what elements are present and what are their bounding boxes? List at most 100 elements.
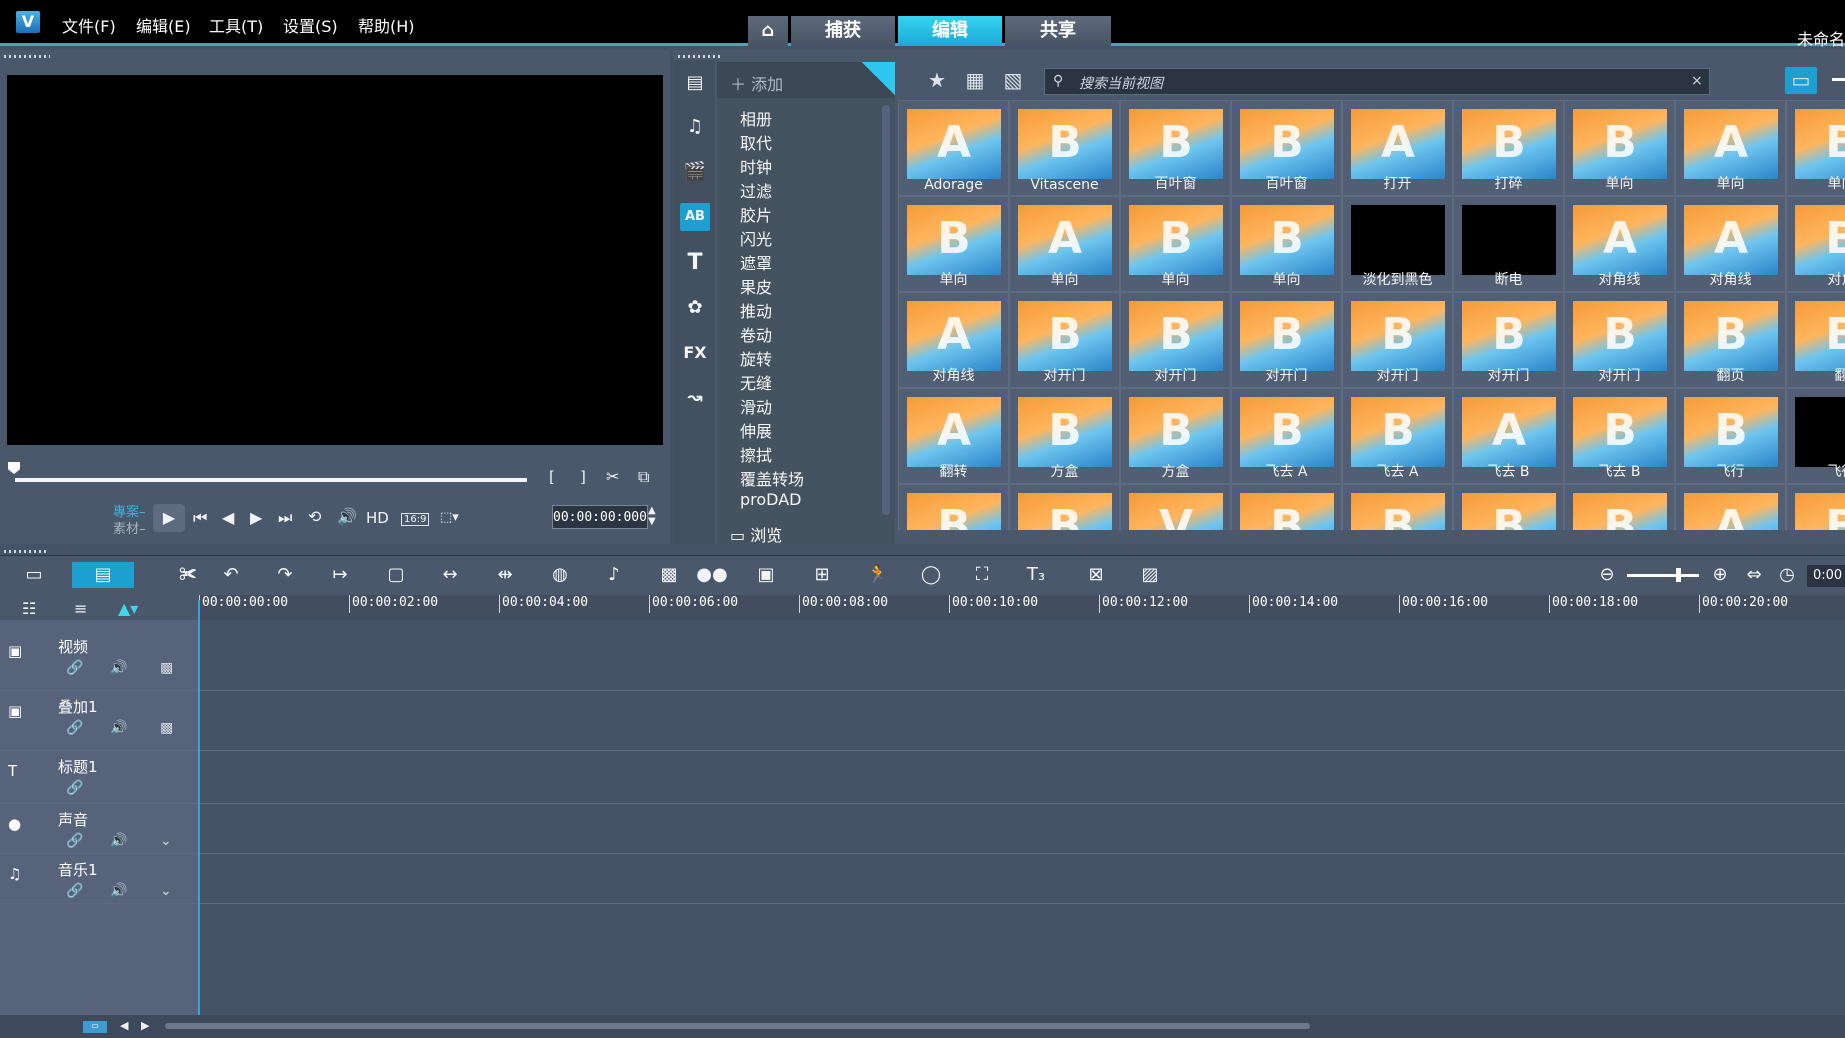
- transition-thumbnail[interactable]: B 飞去 B: [1564, 388, 1675, 484]
- crop-icon[interactable]: ⬚▾: [440, 510, 459, 525]
- transition-thumbnail[interactable]: B 对开门: [1009, 292, 1120, 388]
- tab-capture[interactable]: 捕获: [791, 16, 895, 46]
- transition-thumbnail[interactable]: B: [898, 484, 1009, 530]
- tools-icon[interactable]: ✀: [171, 562, 205, 588]
- track-mute-icon[interactable]: 🔊: [110, 833, 127, 849]
- transition-thumbnail[interactable]: 淡化到黑色: [1342, 196, 1453, 292]
- transition-thumbnail[interactable]: B 对开门: [1231, 292, 1342, 388]
- video-track-icon[interactable]: ▣: [8, 642, 22, 660]
- record-screen-icon[interactable]: ▢: [379, 562, 413, 588]
- volume-icon[interactable]: 🔊: [337, 507, 357, 526]
- panel-grip[interactable]: [4, 55, 50, 58]
- track-transparency-icon[interactable]: ▩: [160, 660, 173, 676]
- go-start-icon[interactable]: ⏮: [193, 508, 207, 528]
- favorite-star-icon[interactable]: ★: [922, 67, 952, 93]
- aspect-ratio-button[interactable]: 16:9: [401, 513, 430, 526]
- track-mute-icon[interactable]: 🔊: [110, 660, 127, 676]
- transition-thumbnail[interactable]: A 对角线: [1675, 196, 1786, 292]
- transition-thumbnail[interactable]: B 打碎: [1453, 100, 1564, 196]
- transition-thumbnail[interactable]: B 单向: [1564, 100, 1675, 196]
- paint-creator-icon[interactable]: ▨: [1133, 562, 1167, 588]
- transition-thumbnail[interactable]: A 飞去 B: [1453, 388, 1564, 484]
- transition-thumbnail[interactable]: B: [1786, 484, 1845, 530]
- storyboard-view-icon[interactable]: ▭: [17, 562, 51, 588]
- tab-edit[interactable]: 编辑: [898, 16, 1002, 46]
- zoom-out-icon[interactable]: ⊖: [1590, 562, 1624, 588]
- menu-tools[interactable]: 工具(T): [209, 13, 263, 37]
- transition-thumbnail[interactable]: B 单向: [1231, 196, 1342, 292]
- panel-grip[interactable]: [4, 550, 48, 553]
- category-item[interactable]: 无缝: [740, 370, 772, 394]
- transition-thumbnail[interactable]: A 对角线: [1564, 196, 1675, 292]
- undo-icon[interactable]: ↶: [214, 562, 248, 588]
- category-item[interactable]: 时钟: [740, 154, 772, 178]
- track-mute-icon[interactable]: 🔊: [110, 720, 127, 736]
- split-clip-icon[interactable]: ✂: [606, 467, 619, 486]
- go-end-icon[interactable]: ⏭: [278, 508, 292, 528]
- transition-thumbnail[interactable]: B 对角: [1786, 196, 1845, 292]
- track-name[interactable]: 叠加1: [58, 696, 98, 717]
- transition-thumbnail[interactable]: B 单向: [1120, 196, 1231, 292]
- track-name[interactable]: 视频: [58, 636, 88, 657]
- search-input[interactable]: ⚲ 搜索当前视图 ×: [1044, 68, 1710, 95]
- expand-track-icon[interactable]: ⌄: [160, 833, 172, 849]
- zoom-slider[interactable]: [1627, 574, 1699, 577]
- transition-thumbnail[interactable]: A 单向: [1009, 196, 1120, 292]
- instant-project-icon[interactable]: 🎬: [680, 158, 710, 186]
- mark-icon[interactable]: ▲▾: [118, 599, 138, 618]
- timeline-view-icon[interactable]: ▤: [72, 562, 134, 588]
- motion-tracking-icon[interactable]: 🏃: [861, 562, 895, 588]
- transition-thumbnail[interactable]: B: [1453, 484, 1564, 530]
- transition-thumbnail[interactable]: B 单向: [898, 196, 1009, 292]
- transition-thumbnail[interactable]: 飞行: [1786, 388, 1845, 484]
- clock-icon[interactable]: ◷: [1770, 562, 1804, 588]
- track-name[interactable]: 标题1: [58, 756, 98, 777]
- music-track-icon[interactable]: ♫: [8, 865, 21, 883]
- path-icon[interactable]: ↝: [680, 384, 710, 412]
- transition-thumbnail[interactable]: A: [1675, 484, 1786, 530]
- title-track-icon[interactable]: T: [8, 762, 17, 780]
- transition-icon[interactable]: AB: [680, 203, 710, 231]
- transition-thumbnail[interactable]: B 方盒: [1009, 388, 1120, 484]
- transition-thumbnail[interactable]: A 单向: [1675, 100, 1786, 196]
- timecode-field[interactable]: 00:00:00:000: [552, 505, 648, 529]
- category-item[interactable]: 伸展: [740, 418, 772, 442]
- ripple-link-icon[interactable]: 🔗: [66, 883, 83, 899]
- audio-media-icon[interactable]: ♫: [680, 113, 710, 141]
- tab-share[interactable]: 共享: [1005, 16, 1111, 46]
- expand-track-icon[interactable]: ⌄: [160, 883, 172, 899]
- next-frame-icon[interactable]: ▶: [250, 508, 262, 527]
- scroll-right-icon[interactable]: ▶: [141, 1019, 149, 1032]
- transition-thumbnail[interactable]: B: [1231, 484, 1342, 530]
- category-item[interactable]: 相册: [740, 106, 772, 130]
- menu-settings[interactable]: 设置(S): [283, 13, 338, 37]
- repeat-icon[interactable]: ⟲: [308, 507, 321, 526]
- category-scrollbar[interactable]: [882, 105, 890, 515]
- ripple-link-icon[interactable]: 🔗: [66, 660, 83, 676]
- title-icon[interactable]: T: [680, 249, 710, 277]
- hd-toggle[interactable]: HD: [366, 509, 389, 527]
- category-item[interactable]: 闪光: [740, 226, 772, 250]
- transition-thumbnail[interactable]: B: [1342, 484, 1453, 530]
- mark-out-icon[interactable]: ]: [580, 468, 586, 486]
- mask-icon[interactable]: ◯: [914, 562, 948, 588]
- track-name[interactable]: 声音: [58, 809, 88, 830]
- transition-thumbnail[interactable]: B 百叶窗: [1231, 100, 1342, 196]
- audio-mixer-icon[interactable]: ♪: [597, 562, 631, 588]
- prev-frame-icon[interactable]: ◀: [222, 508, 234, 527]
- zoom-slider-handle[interactable]: [1676, 568, 1681, 582]
- category-item[interactable]: 滑动: [740, 394, 772, 418]
- app-logo[interactable]: V: [16, 11, 40, 33]
- transition-thumbnail[interactable]: A Adorage: [898, 100, 1009, 196]
- menu-edit[interactable]: 编辑(E): [136, 13, 191, 37]
- zoom-in-icon[interactable]: ⊕: [1703, 562, 1737, 588]
- transition-thumbnail[interactable]: B翻: [1786, 292, 1845, 388]
- play-button[interactable]: ▶: [153, 504, 185, 532]
- mark-in-icon[interactable]: [: [549, 468, 555, 486]
- category-item[interactable]: 取代: [740, 130, 772, 154]
- crop-frame-icon[interactable]: ⛶: [965, 562, 999, 588]
- redo-icon[interactable]: ↷: [268, 562, 302, 588]
- add-category-button[interactable]: ＋ 添加: [730, 71, 783, 95]
- ripple-link-icon[interactable]: 🔗: [66, 780, 83, 796]
- transition-thumbnail[interactable]: B 百叶窗: [1120, 100, 1231, 196]
